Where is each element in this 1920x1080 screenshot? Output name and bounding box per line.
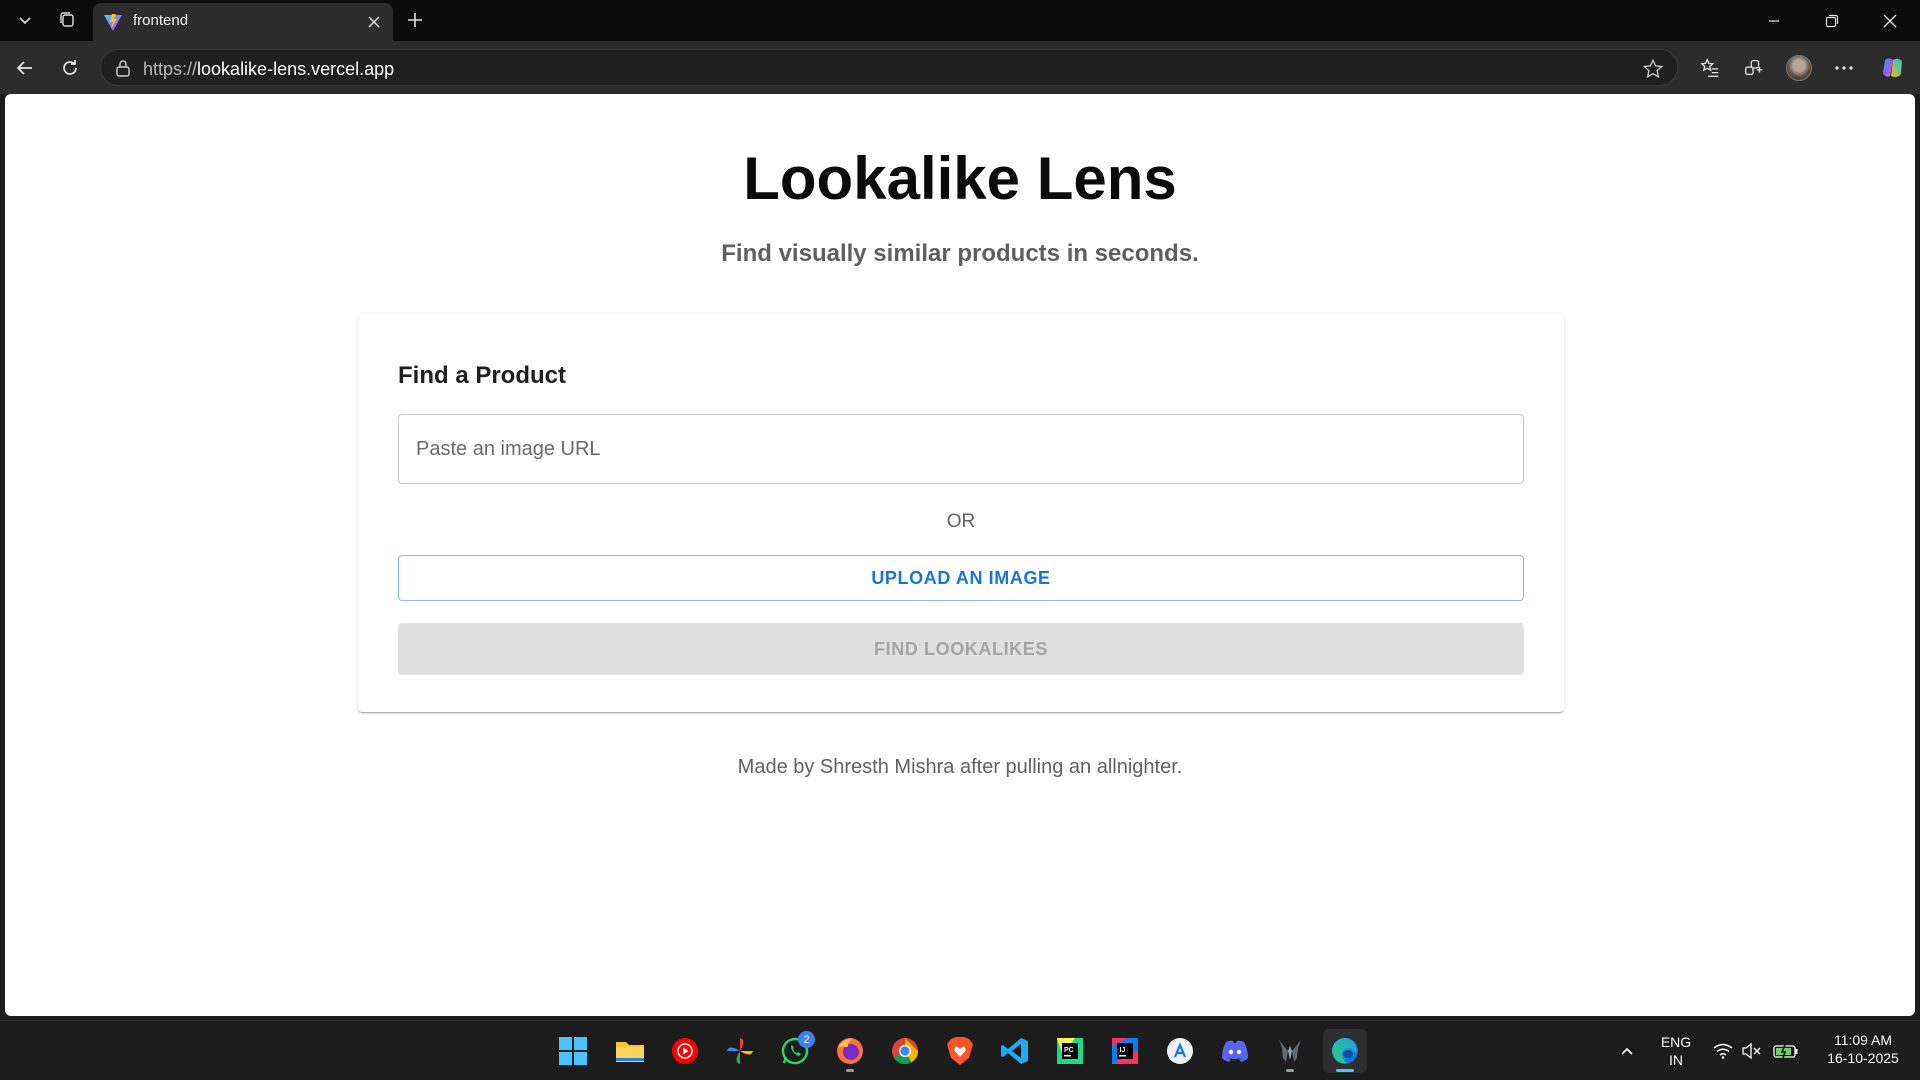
address-bar[interactable]: https://lookalike-lens.vercel.app [100,49,1678,86]
browser-titlebar: frontend [0,0,1920,41]
file-explorer-icon[interactable] [608,1029,652,1073]
back-arrow-icon[interactable] [8,51,42,85]
tab-title: frontend [133,12,189,29]
new-tab-plus-icon[interactable] [398,6,432,34]
find-product-card: Find a Product OR UPLOAD AN IMAGE FIND L… [358,314,1564,712]
collections-icon[interactable] [1737,51,1771,85]
pycharm-icon[interactable]: PC [1048,1029,1092,1073]
reload-icon[interactable] [53,51,87,85]
or-divider-label: OR [946,511,976,532]
intellij-icon[interactable]: IJ [1103,1029,1147,1073]
edge-icon[interactable] [1323,1029,1367,1073]
language-code: ENG [1660,1034,1692,1050]
app-store-icon[interactable] [1158,1029,1202,1073]
tab-close-icon[interactable] [363,11,385,33]
firefox-icon[interactable] [828,1029,872,1073]
clock-time: 11:09 AM [1833,1032,1893,1048]
clock[interactable]: 11:09 AM 16-10-2025 [1812,1031,1914,1067]
page-title: Lookalike Lens [743,145,1177,212]
windows-taskbar: 2 PC IJ ENG IN 11:09 AM 16-10-2025 [0,1020,1920,1080]
svg-text:IJ: IJ [1120,1047,1126,1054]
workspaces-icon[interactable] [48,6,86,34]
brave-icon[interactable] [938,1029,982,1073]
vscode-icon[interactable] [993,1029,1037,1073]
battery-charging-icon[interactable] [1773,1041,1799,1061]
more-menu-icon[interactable] [1827,51,1861,85]
card-title: Find a Product [398,362,566,389]
running-indicator [846,1069,854,1072]
youtube-music-icon[interactable] [663,1029,707,1073]
active-app-indicator [1336,1069,1354,1072]
favorites-list-icon[interactable] [1693,51,1727,85]
url-host: lookalike-lens.vercel.app [197,59,395,79]
region-code: IN [1669,1052,1683,1068]
show-hidden-icons-chevron-icon[interactable] [1616,1041,1638,1061]
whatsapp-badge: 2 [798,1031,815,1048]
image-url-input[interactable] [398,414,1524,484]
restore-icon[interactable] [1803,0,1861,41]
clock-date: 16-10-2025 [1827,1050,1899,1066]
minimize-icon[interactable] [1745,0,1803,41]
tab-actions-chevron-icon[interactable] [6,6,44,34]
footer-credit: Made by Shresth Mishra after pulling an … [737,756,1183,778]
upload-image-button[interactable]: UPLOAD AN IMAGE [398,555,1524,601]
volume-muted-icon[interactable] [1741,1041,1763,1061]
browser-tab-active[interactable]: frontend [93,3,393,41]
svg-text:PC: PC [1064,1047,1074,1054]
chrome-icon[interactable] [883,1029,927,1073]
wifi-icon[interactable] [1712,1041,1734,1061]
photos-icon[interactable] [718,1029,762,1073]
vite-favicon-icon [104,14,122,31]
browser-toolbar: https://lookalike-lens.vercel.app [0,41,1920,94]
lock-icon[interactable] [113,58,133,78]
running-indicator [1286,1069,1294,1072]
start-icon[interactable] [551,1029,595,1073]
find-lookalikes-button[interactable]: FIND LOOKALIKES [398,623,1524,675]
page-subtitle: Find visually similar products in second… [721,240,1199,267]
web-page: Lookalike Lens Find visually similar pro… [5,94,1915,1016]
url-protocol: https:// [143,59,198,79]
predator-sense-icon[interactable] [1268,1029,1312,1073]
favorite-star-icon[interactable] [1641,57,1665,81]
close-window-icon[interactable] [1861,0,1919,41]
whatsapp-icon[interactable]: 2 [773,1029,817,1073]
copilot-icon[interactable] [1876,51,1910,85]
discord-icon[interactable] [1213,1029,1257,1073]
url-text[interactable]: https://lookalike-lens.vercel.app [143,59,394,80]
avatar [1786,55,1812,81]
language-indicator[interactable]: ENG IN [1658,1033,1694,1069]
profile-avatar[interactable] [1782,51,1816,85]
